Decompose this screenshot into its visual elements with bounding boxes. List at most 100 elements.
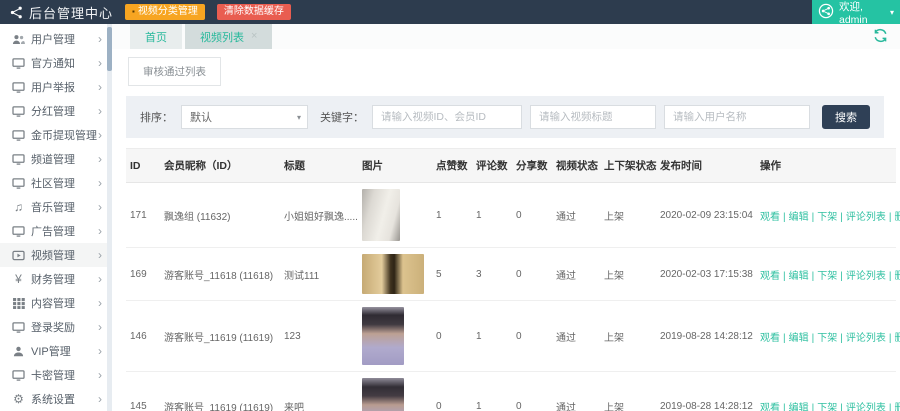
caret-down-icon: ▾: [890, 8, 894, 17]
edit-link[interactable]: 编辑: [789, 333, 809, 344]
offshelf-link[interactable]: 下架: [817, 333, 837, 344]
sidebar-item-label: 官方通知: [31, 55, 98, 71]
sidebar-item-0[interactable]: 用户管理›: [0, 27, 112, 51]
sidebar-item-1[interactable]: 官方通知›: [0, 51, 112, 75]
cell-shares: 0: [512, 183, 552, 248]
cell-image: [358, 248, 432, 301]
sidebar-item-14[interactable]: 卡密管理›: [0, 363, 112, 387]
sidebar-item-label: 内容管理: [31, 295, 98, 311]
sidebar: 用户管理›官方通知›用户举报›分红管理›金币提现管理›频道管理›社区管理›♫音乐…: [0, 24, 112, 411]
sidebar-item-12[interactable]: 登录奖励›: [0, 315, 112, 339]
square-icon: ▪: [132, 4, 135, 20]
sidebar-item-10[interactable]: ¥财务管理›: [0, 267, 112, 291]
watch-link[interactable]: 观看: [760, 212, 780, 223]
comment-list-link[interactable]: 评论列表: [846, 212, 886, 223]
comment-list-link[interactable]: 评论列表: [846, 333, 886, 344]
sidebar-item-2[interactable]: 用户举报›: [0, 75, 112, 99]
cell-comments: 1: [472, 183, 512, 248]
clear-cache-button[interactable]: 清除数据缓存: [217, 4, 291, 20]
girl-photo-2-thumbnail[interactable]: [362, 378, 404, 411]
delete-link[interactable]: 删除: [894, 333, 900, 344]
video-category-button[interactable]: ▪ 视频分类管理: [125, 4, 205, 20]
chevron-right-icon: ›: [98, 392, 102, 406]
chevron-right-icon: ›: [98, 176, 102, 190]
yen-icon: ¥: [10, 273, 27, 285]
sidebar-item-label: 系统设置: [31, 391, 98, 407]
column-header: 标题: [280, 149, 358, 183]
separator: |: [812, 403, 815, 411]
monitor-icon: [10, 154, 27, 165]
sidebar-item-13[interactable]: VIP管理›: [0, 339, 112, 363]
delete-link[interactable]: 删除: [894, 212, 900, 223]
watch-link[interactable]: 观看: [760, 333, 780, 344]
tab-home[interactable]: 首页: [130, 24, 182, 49]
cell-likes: 1: [432, 183, 472, 248]
sidebar-item-15[interactable]: ⚙系统设置›: [0, 387, 112, 411]
keyword-input[interactable]: [372, 105, 522, 129]
sidebar-item-label: 用户举报: [31, 79, 98, 95]
delete-link[interactable]: 删除: [894, 403, 900, 411]
sidebar-scrollbar[interactable]: [107, 24, 112, 411]
search-button[interactable]: 搜索: [822, 105, 870, 129]
sidebar-item-9[interactable]: 视频管理›: [0, 243, 112, 267]
column-header: 操作: [756, 149, 896, 183]
tab-video-list[interactable]: 视频列表 ×: [185, 24, 272, 49]
table-row: 171飘逸组 (11632)小姐姐好飘逸.....110通过上架2020-02-…: [126, 183, 896, 248]
cell-time: 2020-02-09 23:15:04: [656, 183, 756, 248]
edit-link[interactable]: 编辑: [789, 212, 809, 223]
cell-member: 飘逸组 (11632): [160, 183, 280, 248]
sidebar-item-label: 登录奖励: [31, 319, 98, 335]
cell-member: 游客账号_11619 (11619): [160, 372, 280, 411]
offshelf-link[interactable]: 下架: [817, 271, 837, 282]
sidebar-item-label: 财务管理: [31, 271, 98, 287]
sidebar-item-3[interactable]: 分红管理›: [0, 99, 112, 123]
sidebar-menu: 用户管理›官方通知›用户举报›分红管理›金币提现管理›频道管理›社区管理›♫音乐…: [0, 27, 112, 411]
separator: |: [812, 212, 815, 223]
cell-actions: 观看|编辑|下架|评论列表|删除: [756, 183, 896, 248]
cell-time: 2019-08-28 14:28:12: [656, 372, 756, 411]
cell-time: 2020-02-03 17:15:38: [656, 248, 756, 301]
chevron-right-icon: ›: [98, 200, 102, 214]
sidebar-item-5[interactable]: 频道管理›: [0, 147, 112, 171]
cell-image: [358, 301, 432, 372]
offshelf-link[interactable]: 下架: [817, 212, 837, 223]
edit-link[interactable]: 编辑: [789, 403, 809, 411]
sidebar-item-4[interactable]: 金币提现管理›: [0, 123, 112, 147]
watch-link[interactable]: 观看: [760, 403, 780, 411]
username-input[interactable]: [664, 105, 810, 129]
watch-link[interactable]: 观看: [760, 271, 780, 282]
edit-link[interactable]: 编辑: [789, 271, 809, 282]
sidebar-item-6[interactable]: 社区管理›: [0, 171, 112, 195]
separator: |: [889, 271, 892, 282]
subtab-approved-list[interactable]: 审核通过列表: [128, 57, 221, 86]
table-row: 169游客账号_11618 (11618)测试111530通过上架2020-02…: [126, 248, 896, 301]
chevron-right-icon: ›: [98, 32, 102, 46]
beach-photo-thumbnail[interactable]: [362, 254, 424, 294]
sidebar-item-7[interactable]: ♫音乐管理›: [0, 195, 112, 219]
offshelf-link[interactable]: 下架: [817, 403, 837, 411]
video-title-input[interactable]: [530, 105, 656, 129]
comment-list-link[interactable]: 评论列表: [846, 403, 886, 411]
comment-list-link[interactable]: 评论列表: [846, 271, 886, 282]
sort-select[interactable]: 默认 ▾: [181, 105, 308, 129]
separator: |: [783, 212, 786, 223]
room-photo-thumbnail[interactable]: [362, 189, 400, 241]
girl-photo-thumbnail[interactable]: [362, 307, 404, 365]
sidebar-item-8[interactable]: 广告管理›: [0, 219, 112, 243]
chevron-right-icon: ›: [98, 248, 102, 262]
cell-likes: 0: [432, 301, 472, 372]
cell-image: [358, 183, 432, 248]
cell-title: 小姐姐好飘逸.....: [280, 183, 358, 248]
close-icon[interactable]: ×: [251, 31, 257, 42]
separator: |: [889, 212, 892, 223]
cell-status: 通过: [552, 248, 600, 301]
refresh-icon[interactable]: [873, 28, 888, 43]
sidebar-item-11[interactable]: 内容管理›: [0, 291, 112, 315]
monitor-icon: [10, 226, 27, 237]
delete-link[interactable]: 删除: [894, 271, 900, 282]
tab-label: 视频列表: [200, 29, 244, 45]
keyword-label: 关键字：: [320, 109, 364, 125]
column-header: 图片: [358, 149, 432, 183]
user-menu[interactable]: 欢迎, admin ▾: [812, 0, 900, 24]
cell-time: 2019-08-28 14:28:12: [656, 301, 756, 372]
